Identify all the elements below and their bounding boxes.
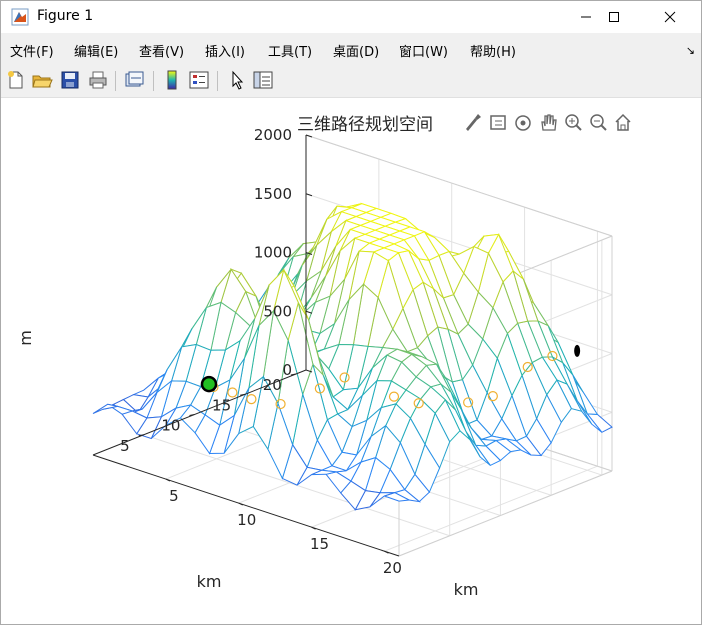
y-tick-label: 15 — [212, 396, 231, 414]
figure-canvas: 5 10 15 20 5 10 15 20 0 500 1000 1500 2000 三维路径规划空间 … — [1, 98, 701, 624]
z-tick-label: 0 — [282, 361, 292, 379]
figure-toolbar — [1, 65, 701, 98]
new-figure-icon[interactable] — [5, 69, 27, 91]
edit-plot-arrow-icon[interactable] — [226, 69, 248, 91]
figure-window: Figure 1 文件(F) 编辑(E) 查看(V) 插入(I) 工具(T) 桌… — [0, 0, 702, 625]
y-tick-label: 20 — [263, 376, 282, 394]
toolbar-separator — [153, 71, 154, 91]
matlab-logo-icon — [11, 8, 29, 26]
close-icon — [664, 11, 676, 23]
property-inspector-icon[interactable] — [252, 69, 274, 91]
menu-window[interactable]: 窗口(W) — [399, 41, 448, 60]
toolbar-separator — [115, 71, 116, 91]
open-file-icon[interactable] — [31, 69, 53, 91]
menu-edit[interactable]: 编辑(E) — [74, 41, 118, 60]
menu-view[interactable]: 查看(V) — [139, 41, 184, 60]
insert-colorbar-icon[interactable] — [161, 69, 183, 91]
dock-arrow-icon[interactable]: ↘ — [686, 44, 695, 57]
menu-help[interactable]: 帮助(H) — [470, 41, 516, 60]
save-icon[interactable] — [59, 69, 81, 91]
z-tick-label: 500 — [263, 302, 292, 320]
maximize-icon — [609, 12, 619, 22]
y-axis-label: km — [197, 572, 222, 591]
maximize-button[interactable] — [591, 1, 637, 33]
x-axis-label: km — [454, 580, 479, 599]
x-tick-label: 5 — [169, 487, 179, 505]
menu-insert[interactable]: 插入(I) — [205, 41, 245, 60]
toolbar-separator — [217, 71, 218, 91]
x-tick-label: 10 — [237, 511, 256, 529]
title-bar: Figure 1 — [1, 1, 701, 33]
z-tick-label: 1000 — [254, 244, 292, 262]
chart-title: 三维路径规划空间 — [297, 115, 433, 135]
x-tick-label: 15 — [310, 535, 329, 553]
z-axis-label: m — [16, 330, 35, 346]
print-icon[interactable] — [87, 69, 109, 91]
menu-tools[interactable]: 工具(T) — [268, 41, 312, 60]
z-tick-label: 2000 — [254, 126, 292, 144]
menu-file[interactable]: 文件(F) — [10, 41, 54, 60]
menu-desktop[interactable]: 桌面(D) — [333, 41, 379, 60]
y-tick-label: 5 — [120, 437, 130, 455]
menu-bar: 文件(F) 编辑(E) 查看(V) 插入(I) 工具(T) 桌面(D) 窗口(W… — [1, 38, 701, 62]
insert-legend-icon[interactable] — [188, 69, 210, 91]
link-plot-icon[interactable] — [123, 69, 145, 91]
window-title: Figure 1 — [37, 8, 94, 24]
end-point-marker — [574, 344, 581, 357]
z-tick-label: 1500 — [254, 185, 292, 203]
y-tick-label: 10 — [161, 417, 180, 435]
close-button[interactable] — [647, 1, 693, 33]
x-tick-label: 20 — [383, 559, 402, 577]
start-point-marker — [200, 375, 218, 393]
surface-plot[interactable]: 510152051015200500100015002000 三维路径规划空间 … — [1, 98, 701, 624]
